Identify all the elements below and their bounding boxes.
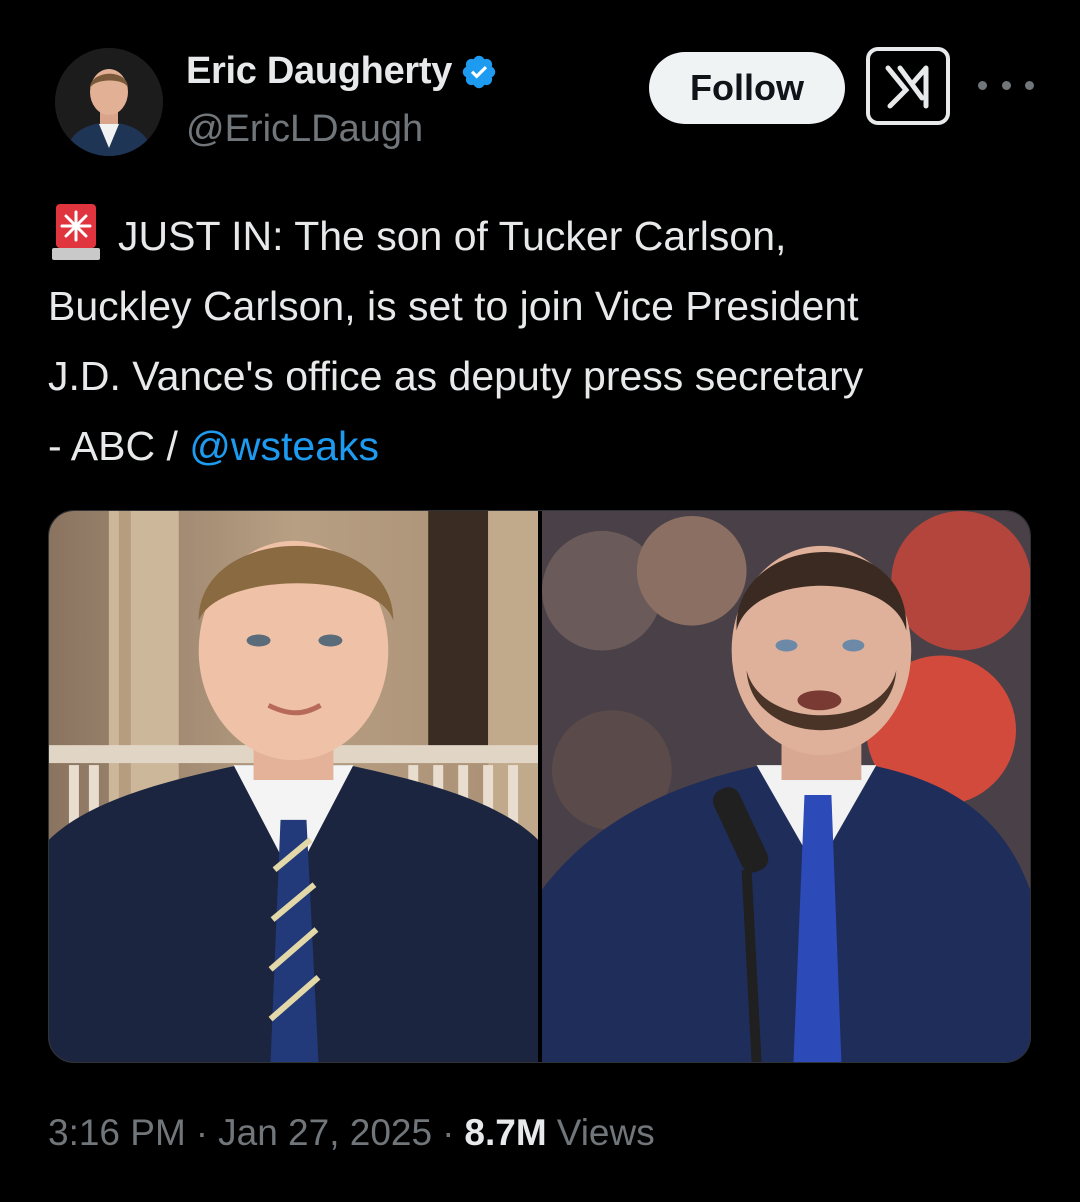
- views-label: Views: [556, 1112, 655, 1153]
- more-icon[interactable]: [978, 70, 1034, 100]
- photo-man-speaking-at-microphone[interactable]: [542, 511, 1030, 1062]
- tweet-source-text: - ABC /: [48, 423, 190, 469]
- media-grid: [48, 510, 1031, 1063]
- tweet-line-3: J.D. Vance's office as deputy press secr…: [48, 353, 864, 399]
- more-dot: [978, 80, 987, 90]
- mention-link[interactable]: @wsteaks: [189, 423, 379, 469]
- photo-young-man-in-suit[interactable]: [49, 511, 538, 1062]
- tweet-text: JUST IN: The son of Tucker Carlson, Buck…: [48, 200, 1048, 481]
- grok-glyph: [885, 65, 929, 109]
- more-dot: [1001, 80, 1011, 90]
- tweet-date[interactable]: Jan 27, 2025: [218, 1112, 432, 1154]
- meta-separator: ·: [442, 1112, 455, 1153]
- rotating-light-icon: [52, 204, 100, 260]
- photo-right-art: [542, 511, 1030, 1062]
- follow-button[interactable]: Follow: [649, 52, 845, 124]
- tweet-time[interactable]: 3:16 PM: [48, 1112, 186, 1154]
- tweet-line-4: - ABC / @wsteaks: [48, 411, 1048, 481]
- avatar-image: [55, 48, 163, 156]
- tweet-line-1: JUST IN: The son of Tucker Carlson,: [48, 200, 1048, 271]
- tweet-meta: 3:16 PM · Jan 27, 2025 · 8.7M Views: [48, 1112, 655, 1154]
- verified-badge-icon: [462, 55, 496, 88]
- tweet-header: Eric Daugherty @EricLDaugh Follow: [0, 0, 1080, 180]
- tweet-line-2: Buckley Carlson, is set to join Vice Pre…: [48, 283, 859, 329]
- more-dot: [1025, 80, 1034, 90]
- meta-separator: ·: [195, 1112, 209, 1153]
- views-count: 8.7M: [464, 1112, 547, 1153]
- author-display-name[interactable]: Eric Daugherty: [186, 50, 452, 93]
- avatar[interactable]: [55, 48, 163, 156]
- grok-icon[interactable]: [866, 47, 950, 125]
- author-handle[interactable]: @EricLDaugh: [186, 108, 423, 151]
- photo-left-art: [49, 511, 538, 1062]
- author-name-row: Eric Daugherty: [186, 50, 498, 93]
- tweet-line-1-text: JUST IN: The son of Tucker Carlson,: [118, 213, 787, 259]
